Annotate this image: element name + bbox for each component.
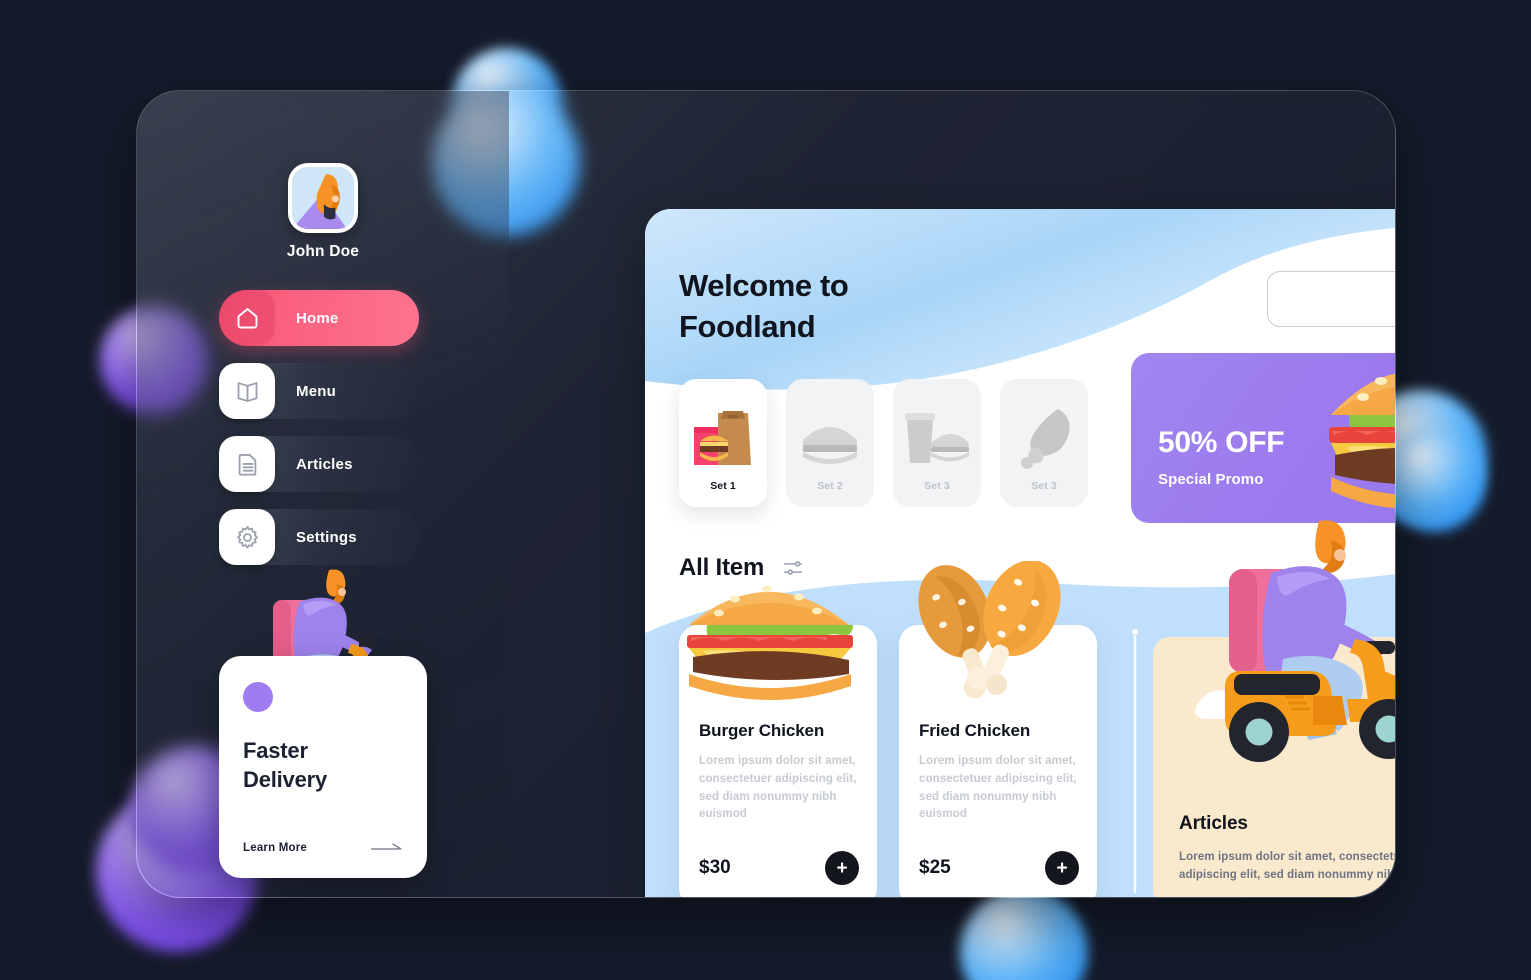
- chicken-leg-icon: [1021, 409, 1070, 469]
- arrow-right-icon[interactable]: [371, 843, 405, 853]
- fried-chicken-icon: [918, 561, 1061, 699]
- product-name: Fried Chicken: [919, 721, 1031, 740]
- delivery-card-title: Faster Delivery: [243, 736, 403, 795]
- set-selector: Set 1 Set 2 Set 3 Set 3: [679, 379, 1088, 507]
- sidebar-item-label: Articles: [296, 455, 353, 473]
- sidebar-item-menu[interactable]: Menu: [219, 363, 419, 419]
- search-input[interactable]: [1282, 291, 1395, 307]
- decorative-bubble-blue: [1384, 430, 1486, 532]
- set-card[interactable]: Set 3: [893, 379, 981, 507]
- home-icon: [219, 290, 275, 346]
- sidebar: John Doe Home Menu Articles Settings Fas…: [137, 91, 509, 897]
- add-to-cart-button[interactable]: +: [825, 851, 859, 885]
- set-label: Set 2: [817, 480, 843, 492]
- book-icon: [219, 363, 275, 419]
- sidebar-item-label: Settings: [296, 528, 357, 546]
- product-description: Lorem ipsum dolor sit amet, consectetuer…: [919, 755, 1077, 821]
- articles-card-title: Articles: [1179, 813, 1248, 834]
- user-name: John Doe: [286, 243, 360, 260]
- combo-meal-bag-icon: [694, 411, 751, 465]
- burger-icon: [687, 585, 853, 700]
- search-bar[interactable]: [1267, 271, 1395, 327]
- sidebar-item-label: Menu: [296, 382, 336, 400]
- delivery-title-line2: Delivery: [243, 767, 328, 793]
- product-description: Lorem ipsum dolor sit amet, consectetuer…: [699, 755, 857, 821]
- scooter-delivery-illustration: [1195, 520, 1395, 762]
- avatar[interactable]: [288, 163, 358, 233]
- welcome-line1: Welcome to: [679, 268, 849, 303]
- promo-banner[interactable]: 50% OFF Special Promo: [1131, 353, 1395, 523]
- glass-frame: John Doe Home Menu Articles Settings Fas…: [136, 90, 1396, 898]
- product-name: Burger Chicken: [699, 721, 825, 740]
- set-card[interactable]: Set 3: [1000, 379, 1088, 507]
- learn-more-link[interactable]: Learn More: [243, 842, 307, 854]
- welcome-line2: Foodland: [679, 309, 816, 345]
- burger-icon: [1329, 373, 1395, 509]
- promo-subtitle: Special Promo: [1158, 471, 1264, 488]
- app-root: John Doe Home Menu Articles Settings Fas…: [0, 0, 1531, 980]
- articles-card-description: Lorem ipsum dolor sit amet, consectetuer…: [1179, 851, 1395, 881]
- vertical-scrollbar[interactable]: [1130, 626, 1140, 897]
- articles-card[interactable]: Articles Lorem ipsum dolor sit amet, con…: [1153, 520, 1395, 897]
- delivery-title-line1: Faster: [243, 738, 308, 763]
- sidebar-item-home[interactable]: Home: [219, 290, 419, 346]
- document-icon: [219, 436, 275, 492]
- sidebar-item-articles[interactable]: Articles: [219, 436, 419, 492]
- faster-delivery-card[interactable]: Faster Delivery Learn More: [219, 656, 427, 878]
- product-card[interactable]: Fried Chicken Lorem ipsum dolor sit amet…: [899, 561, 1097, 897]
- product-card[interactable]: Burger Chicken Lorem ipsum dolor sit ame…: [679, 585, 877, 897]
- sidebar-nav: Home Menu Articles Settings: [219, 290, 419, 582]
- burger-icon: [803, 427, 857, 464]
- add-to-cart-button[interactable]: +: [1045, 851, 1079, 885]
- gear-icon: [219, 509, 275, 565]
- set-label: Set 3: [924, 480, 950, 492]
- drink-burger-icon: [905, 413, 969, 463]
- main-content-panel: Welcome to Foodland Set 1 Set 2 Set 3 Se…: [645, 209, 1395, 897]
- user-profile[interactable]: John Doe: [282, 163, 364, 261]
- sidebar-item-label: Home: [296, 309, 339, 327]
- decorative-bubble-blue: [960, 888, 1088, 980]
- product-price: $30: [699, 857, 731, 878]
- set-label: Set 1: [710, 480, 736, 492]
- set-card[interactable]: Set 1: [679, 379, 767, 507]
- promo-headline: 50% OFF: [1158, 426, 1285, 459]
- page-title: Welcome to Foodland: [679, 265, 1009, 347]
- card-dot: [243, 682, 273, 712]
- set-label: Set 3: [1031, 480, 1057, 492]
- sidebar-item-settings[interactable]: Settings: [219, 509, 419, 565]
- product-price: $25: [919, 857, 951, 878]
- set-card[interactable]: Set 2: [786, 379, 874, 507]
- user-avatar-icon: [292, 167, 354, 229]
